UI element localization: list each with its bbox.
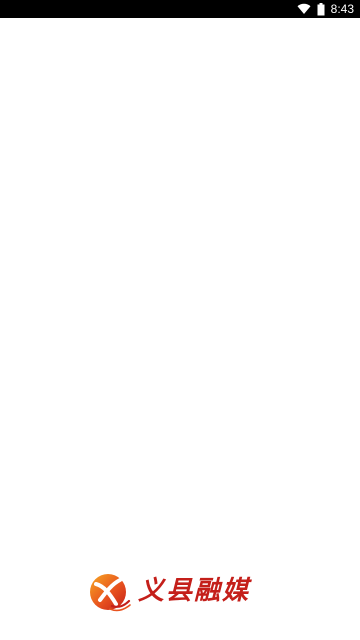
battery-icon (317, 2, 325, 16)
status-time: 8:43 (330, 2, 354, 16)
app-name: 义县融媒 (138, 576, 251, 606)
splash-screen: 8:43 义县融媒 (0, 0, 360, 640)
wifi-icon (297, 3, 311, 15)
status-bar: 8:43 (0, 0, 360, 18)
app-logo: 义县融媒 (86, 568, 276, 614)
splash-content (0, 18, 360, 640)
app-logo-icon (90, 574, 131, 612)
status-indicators: 8:43 (297, 0, 354, 18)
